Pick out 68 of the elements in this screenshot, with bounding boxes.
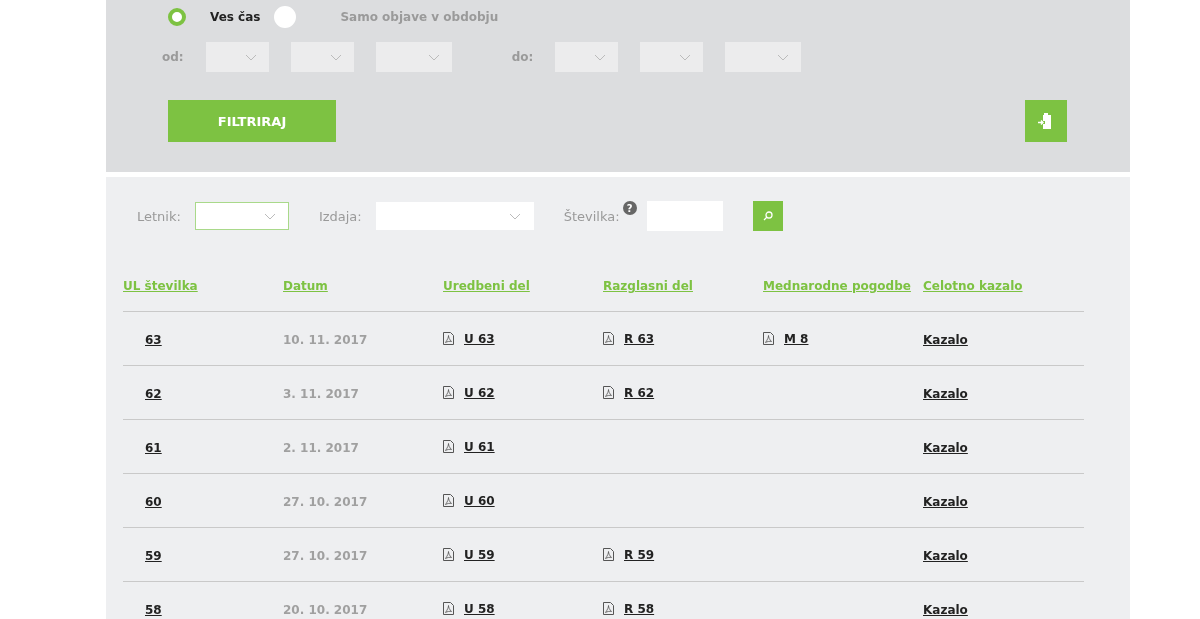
pdf-icon [603, 386, 614, 399]
pdf-link[interactable]: U 61 [464, 439, 495, 454]
pdf-link[interactable]: U 62 [464, 385, 495, 400]
date-select[interactable] [640, 42, 704, 72]
date-select[interactable] [555, 42, 619, 72]
index-link[interactable]: Kazalo [923, 495, 968, 509]
pdf-link[interactable]: U 60 [464, 493, 495, 508]
pdf-link[interactable]: R 58 [624, 601, 655, 616]
issue-number-link[interactable]: 62 [145, 387, 162, 401]
chevron-down-icon [329, 53, 342, 61]
search-icon [762, 211, 773, 221]
chevron-down-icon [427, 53, 440, 61]
chevron-down-icon [508, 212, 521, 220]
issue-number-link[interactable]: 58 [145, 603, 162, 617]
index-link[interactable]: Kazalo [923, 549, 968, 563]
pdf-link[interactable]: U 58 [464, 601, 495, 616]
index-link[interactable]: Kazalo [923, 603, 968, 617]
pdf-icon [443, 494, 454, 507]
issue-number-link[interactable]: 61 [145, 441, 162, 455]
index-link[interactable]: Kazalo [923, 387, 968, 401]
issue-date: 10. 11. 2017 [283, 333, 368, 347]
radio-button[interactable] [168, 8, 186, 26]
pdf-icon [443, 386, 454, 399]
chevron-down-icon [679, 53, 692, 61]
issue-date: 3. 11. 2017 [283, 387, 359, 401]
help-icon[interactable]: ? [622, 201, 637, 215]
date-select[interactable] [205, 42, 269, 72]
issue-date: 2. 11. 2017 [283, 441, 359, 455]
date-select[interactable] [290, 42, 354, 72]
chevron-down-icon [244, 53, 257, 61]
date-select[interactable] [725, 42, 802, 72]
pdf-icon [603, 332, 614, 345]
chevron-down-icon [594, 53, 607, 61]
issue-number-link[interactable]: 63 [145, 333, 162, 347]
select-field[interactable] [194, 202, 289, 230]
pdf-icon [603, 548, 614, 561]
issue-date: 27. 10. 2017 [283, 495, 368, 509]
field-label: Letnik: [137, 208, 181, 224]
pdf-link[interactable]: M 8 [784, 331, 809, 346]
clipboard-arrow-icon [1038, 112, 1054, 130]
clipboard-export-button[interactable] [1025, 100, 1067, 142]
radio-label: Samo objave v obdobju [340, 10, 499, 24]
chevron-down-icon [263, 212, 276, 220]
pdf-icon [763, 332, 774, 345]
pdf-link[interactable]: U 63 [464, 331, 495, 346]
search-button[interactable] [752, 201, 783, 231]
radio-label: Ves čas [210, 10, 261, 24]
pdf-link[interactable]: R 63 [624, 331, 655, 346]
index-link[interactable]: Kazalo [923, 333, 968, 347]
pdf-link[interactable]: R 62 [624, 385, 655, 400]
pdf-icon [443, 332, 454, 345]
field-label: Izdaja: [318, 208, 362, 224]
date-select[interactable] [375, 42, 452, 72]
pdf-icon [443, 440, 454, 453]
issue-date: 20. 10. 2017 [283, 603, 368, 617]
issue-number-link[interactable]: 59 [145, 549, 162, 563]
pdf-link[interactable]: U 59 [464, 547, 495, 562]
issue-date: 27. 10. 2017 [283, 549, 368, 563]
pdf-icon [443, 548, 454, 561]
pdf-icon [443, 602, 454, 615]
chevron-down-icon [777, 53, 790, 61]
issue-number-link[interactable]: 60 [145, 495, 162, 509]
pdf-link[interactable]: R 59 [624, 547, 655, 562]
range-label: do: [511, 50, 534, 64]
pdf-icon [603, 602, 614, 615]
range-label: od: [162, 50, 184, 64]
field-label: Številka: [563, 208, 620, 224]
index-link[interactable]: Kazalo [923, 441, 968, 455]
